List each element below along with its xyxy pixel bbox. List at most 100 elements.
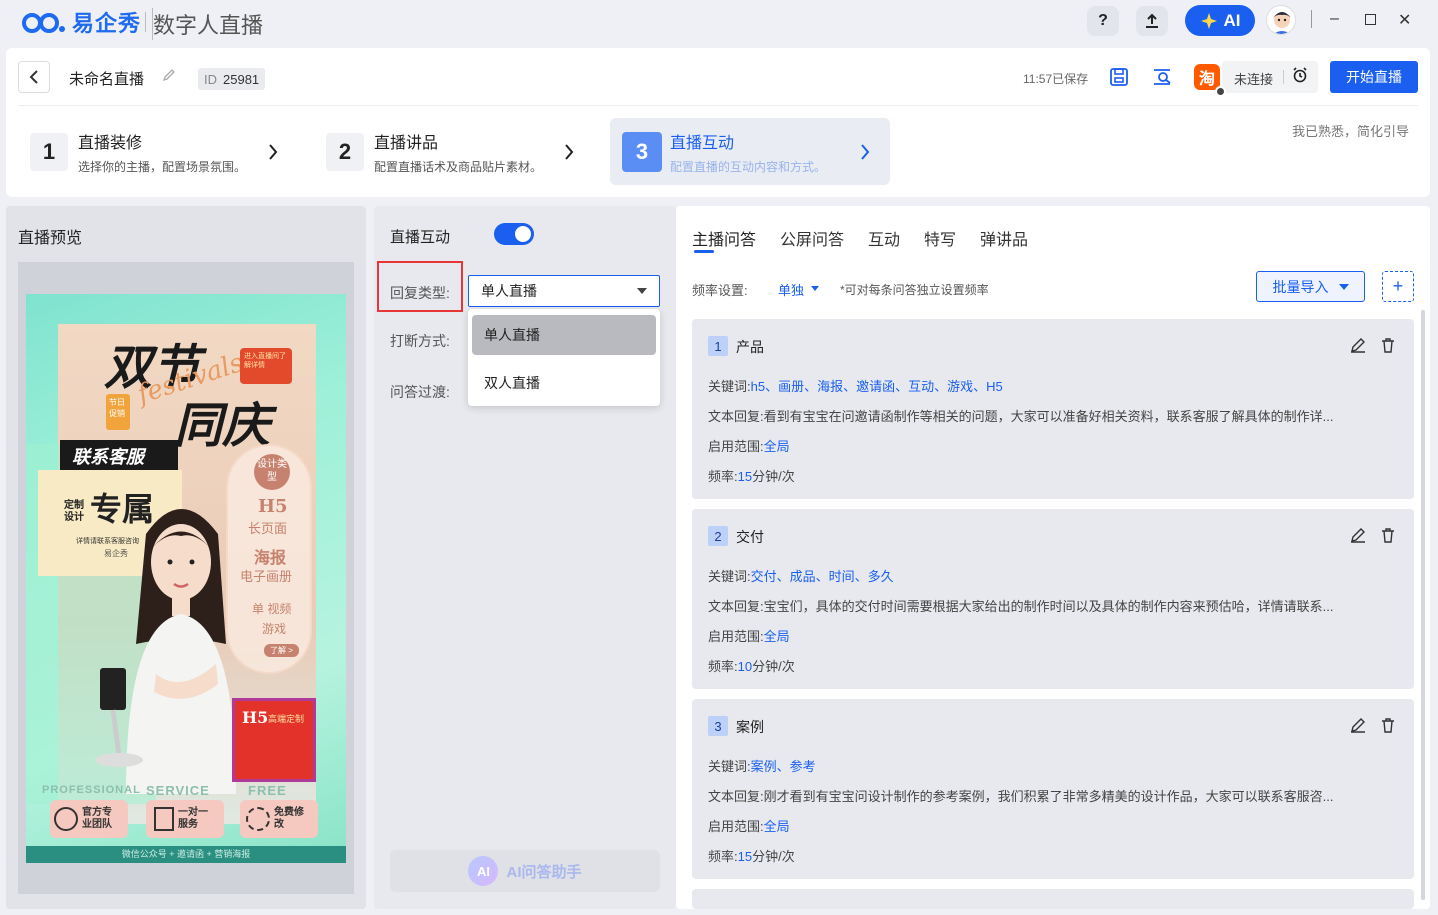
pencil-icon <box>162 69 175 82</box>
chevron-right-icon <box>861 144 870 160</box>
timer-button[interactable] <box>1292 67 1308 88</box>
qa-rate: 频率:15分钟/次 <box>708 849 795 864</box>
trash-icon <box>1382 718 1394 733</box>
close-button[interactable]: ✕ <box>1398 10 1411 30</box>
id-value: 25981 <box>223 71 260 87</box>
edit-title-button[interactable] <box>162 68 176 85</box>
interaction-toggle[interactable] <box>494 223 534 245</box>
brand-name: 易企秀 <box>72 11 142 36</box>
qa-name: 案例 <box>736 719 764 735</box>
highlight-box <box>377 261 463 312</box>
qa-reply: 文本回复:看到有宝宝在问邀请函制作等相关的问题，大家可以准备好相关资料，联系客服… <box>708 409 1334 424</box>
freq-note: *可对每条问答独立设置频率 <box>840 283 989 297</box>
qa-scope: 启用范围:全局 <box>708 819 790 834</box>
tab-screen-qa[interactable]: 公屏问答 <box>780 226 844 250</box>
poster-badge: 进入直播间了解详情 <box>240 348 292 384</box>
help-button[interactable]: ? <box>1087 6 1119 36</box>
connection-status: 未连接 <box>1234 72 1274 87</box>
logo-icon <box>22 13 65 33</box>
qa-rate: 频率:10分钟/次 <box>708 659 795 674</box>
ai-badge-icon: AI <box>468 856 499 886</box>
qa-scope: 启用范围:全局 <box>708 629 790 644</box>
poster-h5: H5 <box>258 496 288 517</box>
step-desc: 配置直播的互动内容和方式。 <box>670 159 827 174</box>
step-desc: 选择你的主播，配置场景氛围。 <box>78 159 247 174</box>
poster-more: 了解 > <box>264 644 299 657</box>
step-title: 直播装修 <box>78 134 143 152</box>
simplify-guide-link[interactable]: 我已熟悉，简化引导 <box>1292 121 1409 140</box>
qa-rate: 频率:15分钟/次 <box>708 469 795 484</box>
poster-tag: 节日促销 <box>106 394 130 430</box>
reply-type-select[interactable]: 单人直播 <box>468 275 660 307</box>
active-tab-indicator <box>694 250 714 253</box>
poster-poster-label: 海报 <box>254 550 287 567</box>
qa-scrollbar[interactable] <box>1421 310 1425 900</box>
poster-custom: 定制设计 <box>64 500 84 523</box>
caret-down-icon[interactable] <box>811 286 819 291</box>
tab-closeup[interactable]: 特写 <box>924 226 956 250</box>
qa-keywords: 关键词:案例、参考 <box>708 759 816 774</box>
connection-divider <box>1283 70 1284 84</box>
tab-popup-product[interactable]: 弹讲品 <box>980 226 1028 250</box>
delete-qa-button[interactable] <box>1380 337 1396 358</box>
step-3[interactable]: 3 直播互动 配置直播的互动内容和方式。 <box>610 118 890 185</box>
live-preview-poster: 双节 同庆 festivals 进入直播间了解详情 节日促销 联系客服 专属 定… <box>26 294 346 863</box>
reply-type-value: 单人直播 <box>481 283 537 299</box>
pencil-icon <box>1351 338 1365 353</box>
trash-icon <box>1382 338 1394 353</box>
chevron-left-icon <box>29 70 38 84</box>
batch-import-button[interactable]: 批量导入 <box>1256 271 1365 302</box>
save-button[interactable] <box>1108 66 1130 88</box>
step-title: 直播互动 <box>670 134 735 152</box>
chevron-right-icon <box>565 144 574 160</box>
qa-number: 1 <box>708 336 728 356</box>
delete-qa-button[interactable] <box>1380 527 1396 548</box>
tab-anchor-qa[interactable]: 主播问答 <box>692 226 756 250</box>
start-live-button[interactable]: 开始直播 <box>1330 61 1418 93</box>
add-qa-button[interactable]: + <box>1382 271 1414 302</box>
preview-check-button[interactable] <box>1152 66 1174 88</box>
qa-keywords: 关键词:交付、成品、时间、多久 <box>708 569 894 584</box>
qa-number: 2 <box>708 526 728 546</box>
option-dual[interactable]: 双人直播 <box>472 363 656 403</box>
freq-select[interactable]: 单独 <box>778 280 804 299</box>
step-1[interactable]: 1 直播装修 选择你的主播，配置场景氛围。 <box>30 118 290 185</box>
poster-feature-1: 官方专业团队 <box>50 800 128 838</box>
ai-button[interactable]: AI <box>1185 5 1255 36</box>
delete-qa-button[interactable] <box>1380 717 1396 738</box>
step-2[interactable]: 2 直播讲品 配置直播话术及商品贴片素材。 <box>326 118 586 185</box>
option-single[interactable]: 单人直播 <box>472 315 656 355</box>
upload-button[interactable] <box>1136 6 1168 36</box>
phone-stand-icon <box>95 668 143 767</box>
maximize-button[interactable] <box>1365 14 1376 25</box>
tab-interaction[interactable]: 互动 <box>868 226 900 250</box>
taobao-icon[interactable]: 淘 <box>1194 64 1220 90</box>
edit-qa-button[interactable] <box>1350 717 1366 738</box>
back-button[interactable] <box>18 61 50 93</box>
transition-label: 问答过渡: <box>390 384 450 400</box>
minimize-button[interactable]: – <box>1330 10 1339 28</box>
step-number: 3 <box>622 131 662 172</box>
edit-qa-button[interactable] <box>1350 337 1366 358</box>
freq-label: 频率设置: <box>692 283 748 298</box>
window-divider <box>1311 10 1312 28</box>
user-avatar[interactable] <box>1266 5 1296 35</box>
edit-qa-button[interactable] <box>1350 527 1366 548</box>
qa-name: 产品 <box>736 339 764 355</box>
step-desc: 配置直播话术及商品贴片素材。 <box>374 159 543 174</box>
caret-down-icon <box>1338 283 1349 290</box>
pencil-icon <box>1351 718 1365 733</box>
poster-eng-1: PROFESSIONAL <box>42 784 141 796</box>
qa-keywords: 关键词:h5、画册、海报、邀请函、互动、游戏、H5 <box>708 379 1003 394</box>
step-number: 2 <box>326 132 364 171</box>
document-icon <box>154 807 174 831</box>
poster-contact: 联系客服 <box>60 440 178 470</box>
trash-icon <box>1382 528 1394 543</box>
preview-title: 直播预览 <box>18 230 83 247</box>
ai-assistant-button[interactable]: AI AI问答助手 <box>390 850 660 892</box>
interaction-title: 直播互动 <box>390 229 451 246</box>
poster-h5-card-sub: 高端定制 <box>268 714 305 724</box>
search-list-icon <box>1154 69 1171 85</box>
caret-down-icon <box>637 288 647 294</box>
poster-h5-card-title: H5 <box>242 708 269 727</box>
